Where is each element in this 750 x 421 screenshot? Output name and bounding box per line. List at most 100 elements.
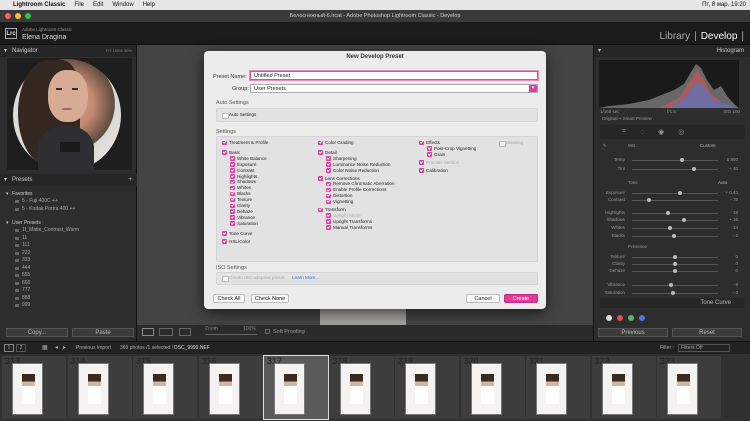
forward-icon[interactable]: ▸ [63,344,66,351]
slider-value[interactable]: - 18 [730,210,738,215]
plus-icon[interactable]: + [128,174,132,186]
group-select[interactable]: User Presets ▾ [250,84,538,93]
preset-item[interactable]: 11 [0,235,137,243]
filmstrip-thumb[interactable]: 313 [2,356,66,419]
setting-checkbox[interactable]: Tone Curve [222,231,253,237]
slider-value[interactable]: 0 [735,261,738,266]
slider-track[interactable] [632,160,718,161]
filmstrip-thumb[interactable]: 323 [657,356,721,419]
color-dot-green[interactable] [628,315,634,321]
copy-button[interactable]: Copy... [6,328,68,337]
learn-more-link[interactable]: Learn More... [292,275,319,280]
slider-saturation[interactable]: Saturation - 3 [600,290,742,297]
filmstrip-thumb[interactable]: 316 [198,356,263,419]
slider-knob[interactable] [668,283,673,287]
presets-header[interactable]: Presets + [0,174,137,186]
filmstrip-thumb[interactable]: 322 [591,356,656,419]
preset-group-user[interactable]: User Presets [0,219,137,227]
compare-icon[interactable] [179,328,191,336]
slider-tint[interactable]: Tint + 40 [600,166,742,173]
preset-group-favorites[interactable]: Favorites [0,190,137,198]
setting-checkbox[interactable]: Color Grading [318,140,354,146]
slider-track[interactable] [632,193,718,194]
spot-removal-icon[interactable]: ◌ [640,129,644,136]
setting-checkbox[interactable]: HSL/Color [222,239,250,245]
slider-exposure[interactable]: Exposure + 0,43 [600,190,742,197]
slider-vibrance[interactable]: Vibrance - 9 [600,282,742,289]
module-develop[interactable]: Develop [701,31,738,42]
preset-item[interactable]: 222 [0,250,137,258]
menu-file[interactable]: File [74,2,84,8]
preset-item[interactable]: 888 [0,295,137,303]
slider-value[interactable]: - 9 [733,282,738,287]
histogram-header[interactable]: Histogram [594,45,750,57]
filmstrip-thumb[interactable]: 320 [460,356,525,419]
preset-name-input[interactable]: Untitled Preset [250,71,538,80]
slider-knob[interactable] [667,226,672,230]
slider-clarity[interactable]: Clarity 0 [600,261,742,268]
tone-curve-header[interactable]: Tone Curve [600,298,745,308]
setting-checkbox[interactable]: Masking [499,140,523,147]
iso-adaptive-checkbox[interactable]: Create ISO adaptive preset [222,275,285,282]
close-window-button[interactable] [5,13,11,19]
setting-checkbox[interactable]: Saturation [230,221,258,227]
slider-contrast[interactable]: Contrast - 75 [600,197,742,204]
preset-item[interactable]: 999 [0,302,137,310]
preset-item[interactable]: 666 [0,280,137,288]
color-dot-blue[interactable] [639,315,645,321]
slider-value[interactable]: 0 [735,268,738,273]
create-button[interactable]: Create [504,294,538,303]
slider-value[interactable]: - 2 [733,233,738,238]
menu-help[interactable]: Help [143,2,155,8]
loupe-view-icon[interactable] [142,328,154,336]
back-icon[interactable]: ◂ [55,344,58,351]
slider-value[interactable]: 0 [735,254,738,259]
zoom-100[interactable]: 100% [113,48,123,53]
filter-select[interactable]: Filters Off [678,344,730,352]
slider-track[interactable] [632,293,718,294]
auto-settings-checkbox[interactable]: Auto Settings [222,112,256,119]
slider-whites[interactable]: Whites - 14 [600,225,742,232]
check-all-button[interactable]: Check All [213,294,245,303]
preset-item[interactable]: 111 [0,242,137,250]
histogram[interactable] [599,60,739,108]
redeye-icon[interactable]: ◉ [658,128,664,136]
slider-knob[interactable] [678,191,683,195]
before-after-icon[interactable] [159,328,173,336]
preset-item[interactable]: 333 [0,257,137,265]
source-label[interactable]: Previous Import [76,345,111,351]
menu-window[interactable]: Window [112,2,133,8]
cancel-button[interactable]: Cancel [466,294,500,303]
paste-button[interactable]: Paste [72,328,134,337]
slider-blacks[interactable]: Blacks - 2 [600,233,742,240]
menu-edit[interactable]: Edit [93,2,103,8]
minimize-window-button[interactable] [15,13,21,19]
slider-knob[interactable] [681,218,686,222]
slider-track[interactable] [632,228,718,229]
slider-value[interactable]: 5 800 [727,157,738,162]
slider-knob[interactable] [666,211,671,215]
setting-checkbox[interactable]: Calibration [419,168,448,174]
grid-icon[interactable]: ▦ [42,344,48,351]
slider-knob[interactable] [672,234,677,238]
slider-shadows[interactable]: Shadows + 16 [600,217,742,224]
slider-knob[interactable] [671,291,676,295]
slider-track[interactable] [632,285,718,286]
slider-knob[interactable] [673,269,677,273]
preset-item[interactable]: 444 [0,265,137,273]
mask-icon[interactable]: ◎ [678,128,684,136]
check-none-button[interactable]: Check None [251,294,289,303]
preset-item[interactable]: 1f_Matte_Contrast_Warm [0,227,137,235]
slider-dehaze[interactable]: Dehaze 0 [600,268,742,275]
slider-value[interactable]: - 75 [730,197,738,202]
slider-value[interactable]: - 14 [730,225,738,230]
slider-track[interactable] [632,213,718,214]
preset-item[interactable]: 777 [0,287,137,295]
zoom-slider[interactable] [205,334,257,335]
crop-icon[interactable]: ⌗ [622,128,626,136]
preset-item[interactable]: 555 [0,272,137,280]
slider-texture[interactable]: Texture 0 [600,254,742,261]
slider-value[interactable]: + 16 [729,217,738,222]
previous-button[interactable]: Previous [598,328,668,337]
slider-track[interactable] [632,200,718,201]
